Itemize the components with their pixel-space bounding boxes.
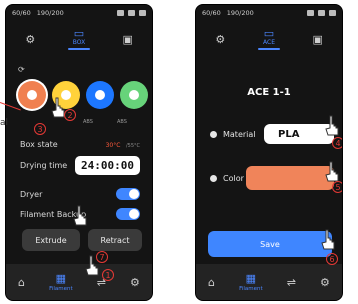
filament-backup-toggle[interactable] (116, 208, 140, 220)
spool-3[interactable] (86, 81, 114, 109)
box-icon: ▭ (263, 27, 275, 40)
nav-filament[interactable]: ▦ Filament (239, 272, 263, 292)
tab-printer[interactable]: ▣ (103, 23, 152, 55)
gear-icon: ⚙ (130, 275, 140, 289)
battery-icon (329, 10, 336, 16)
spool-1[interactable] (18, 81, 46, 109)
pointing-hand-icon (321, 229, 335, 250)
bottom-nav: ⌂ ▦ Filament ⇌ ⚙ (196, 264, 342, 300)
box-state-label: Box state (20, 139, 58, 149)
filament-icon: ▦ (245, 272, 257, 285)
nav-home[interactable]: ⌂ (18, 276, 25, 289)
extrude-button[interactable]: Extrude (22, 229, 80, 251)
step-badge-7: 7 (96, 251, 108, 263)
home-icon: ⌂ (18, 275, 26, 289)
drying-time-label: Drying time (20, 160, 68, 170)
retract-button[interactable]: Retract (88, 229, 142, 251)
spool-list (18, 81, 148, 109)
gear-icon: ⚙ (25, 32, 36, 46)
nav-settings[interactable]: ⚙ (320, 276, 330, 289)
nav-home[interactable]: ⌂ (208, 276, 215, 289)
lock-icon (128, 10, 135, 16)
save-button[interactable]: Save (208, 231, 332, 257)
dryer-row: Dryer (20, 185, 140, 203)
lock-icon (318, 10, 325, 16)
printer-icon: ▣ (122, 32, 133, 46)
tab-settings[interactable]: ⚙ (6, 23, 55, 55)
step-badge-5: 5 (332, 181, 342, 193)
top-tabs: ⚙ ▭ ACE ▣ (196, 23, 342, 55)
nav-filament-label: Filament (239, 286, 263, 292)
pointing-hand-icon (325, 115, 339, 136)
signal-icon (117, 10, 124, 16)
tab-underline (68, 48, 90, 50)
wifi-status: 190/200 (226, 9, 254, 17)
tab-ace-label: ACE (263, 39, 275, 46)
step-badge-4: 4 (332, 137, 342, 149)
spool-3-label: ABS (83, 119, 93, 125)
tab-box[interactable]: ▭ BOX (55, 23, 104, 55)
tab-ace[interactable]: ▭ ACE (245, 23, 294, 55)
left-phone-screen: 60/60 190/200 ⚙ ▭ BOX ▣ ⟳ ABS ABS Box st… (5, 4, 153, 301)
box-icon: ▭ (73, 27, 85, 40)
pointing-hand-icon (73, 205, 87, 226)
box-state-row: Box state 30°C /55°C (20, 135, 140, 153)
color-label: Color (223, 173, 244, 183)
gear-icon: ⚙ (320, 275, 330, 289)
color-row: Color (210, 166, 334, 190)
color-bullet (210, 174, 217, 182)
step-badge-3: 3 (34, 123, 46, 135)
bottom-nav: ⌂ ▦ Filament ⇌ ⚙ (6, 264, 152, 300)
step-badge-1: 1 (102, 269, 114, 281)
gear-icon: ⚙ (215, 32, 226, 46)
step-badge-6: 6 (326, 253, 338, 265)
extrude-label: Extrude (35, 235, 67, 245)
filament-icon: ▦ (55, 272, 67, 285)
sliders-icon: ⇌ (286, 275, 296, 289)
drying-time-input[interactable]: 24:00:00 (75, 155, 140, 175)
nav-adjust[interactable]: ⇌ (287, 276, 296, 289)
battery-icon (139, 10, 146, 16)
storage-status: 60/60 (12, 9, 31, 17)
nav-filament[interactable]: ▦ Filament (49, 272, 73, 292)
callout-label: al (0, 118, 9, 128)
right-phone-screen: 60/60 190/200 ⚙ ▭ ACE ▣ ACE 1-1 Material… (195, 4, 343, 301)
retract-label: Retract (100, 235, 130, 245)
color-swatch[interactable] (246, 166, 334, 190)
status-bar: 60/60 190/200 (196, 5, 342, 21)
material-row: Material PLA (210, 123, 334, 145)
status-bar: 60/60 190/200 (6, 5, 152, 21)
material-label: Material (223, 129, 256, 139)
material-bullet (210, 130, 217, 138)
top-tabs: ⚙ ▭ BOX ▣ (6, 23, 152, 55)
tab-printer[interactable]: ▣ (293, 23, 342, 55)
pointing-hand-icon (325, 161, 339, 182)
dryer-toggle[interactable] (116, 188, 140, 200)
material-value: PLA (278, 128, 300, 140)
refresh-icon[interactable]: ⟳ (18, 65, 25, 74)
spool-4[interactable] (120, 81, 148, 109)
nav-filament-label: Filament (49, 286, 73, 292)
step-badge-2: 2 (64, 109, 76, 121)
nav-settings[interactable]: ⚙ (130, 276, 140, 289)
storage-status: 60/60 (202, 9, 221, 17)
signal-icon (307, 10, 314, 16)
tab-underline (258, 48, 280, 50)
wifi-status: 190/200 (36, 9, 64, 17)
spool-4-label: ABS (117, 119, 127, 125)
drying-time-row: Drying time 24:00:00 (20, 154, 140, 176)
box-temp-target: /55°C (125, 142, 140, 149)
save-label: Save (260, 239, 280, 249)
tab-box-label: BOX (72, 39, 86, 46)
home-icon: ⌂ (208, 275, 216, 289)
box-temp-value: 30°C (105, 141, 121, 149)
tab-settings[interactable]: ⚙ (196, 23, 245, 55)
printer-icon: ▣ (312, 32, 323, 46)
dryer-label: Dryer (20, 189, 43, 199)
page-title: ACE 1-1 (247, 87, 291, 98)
